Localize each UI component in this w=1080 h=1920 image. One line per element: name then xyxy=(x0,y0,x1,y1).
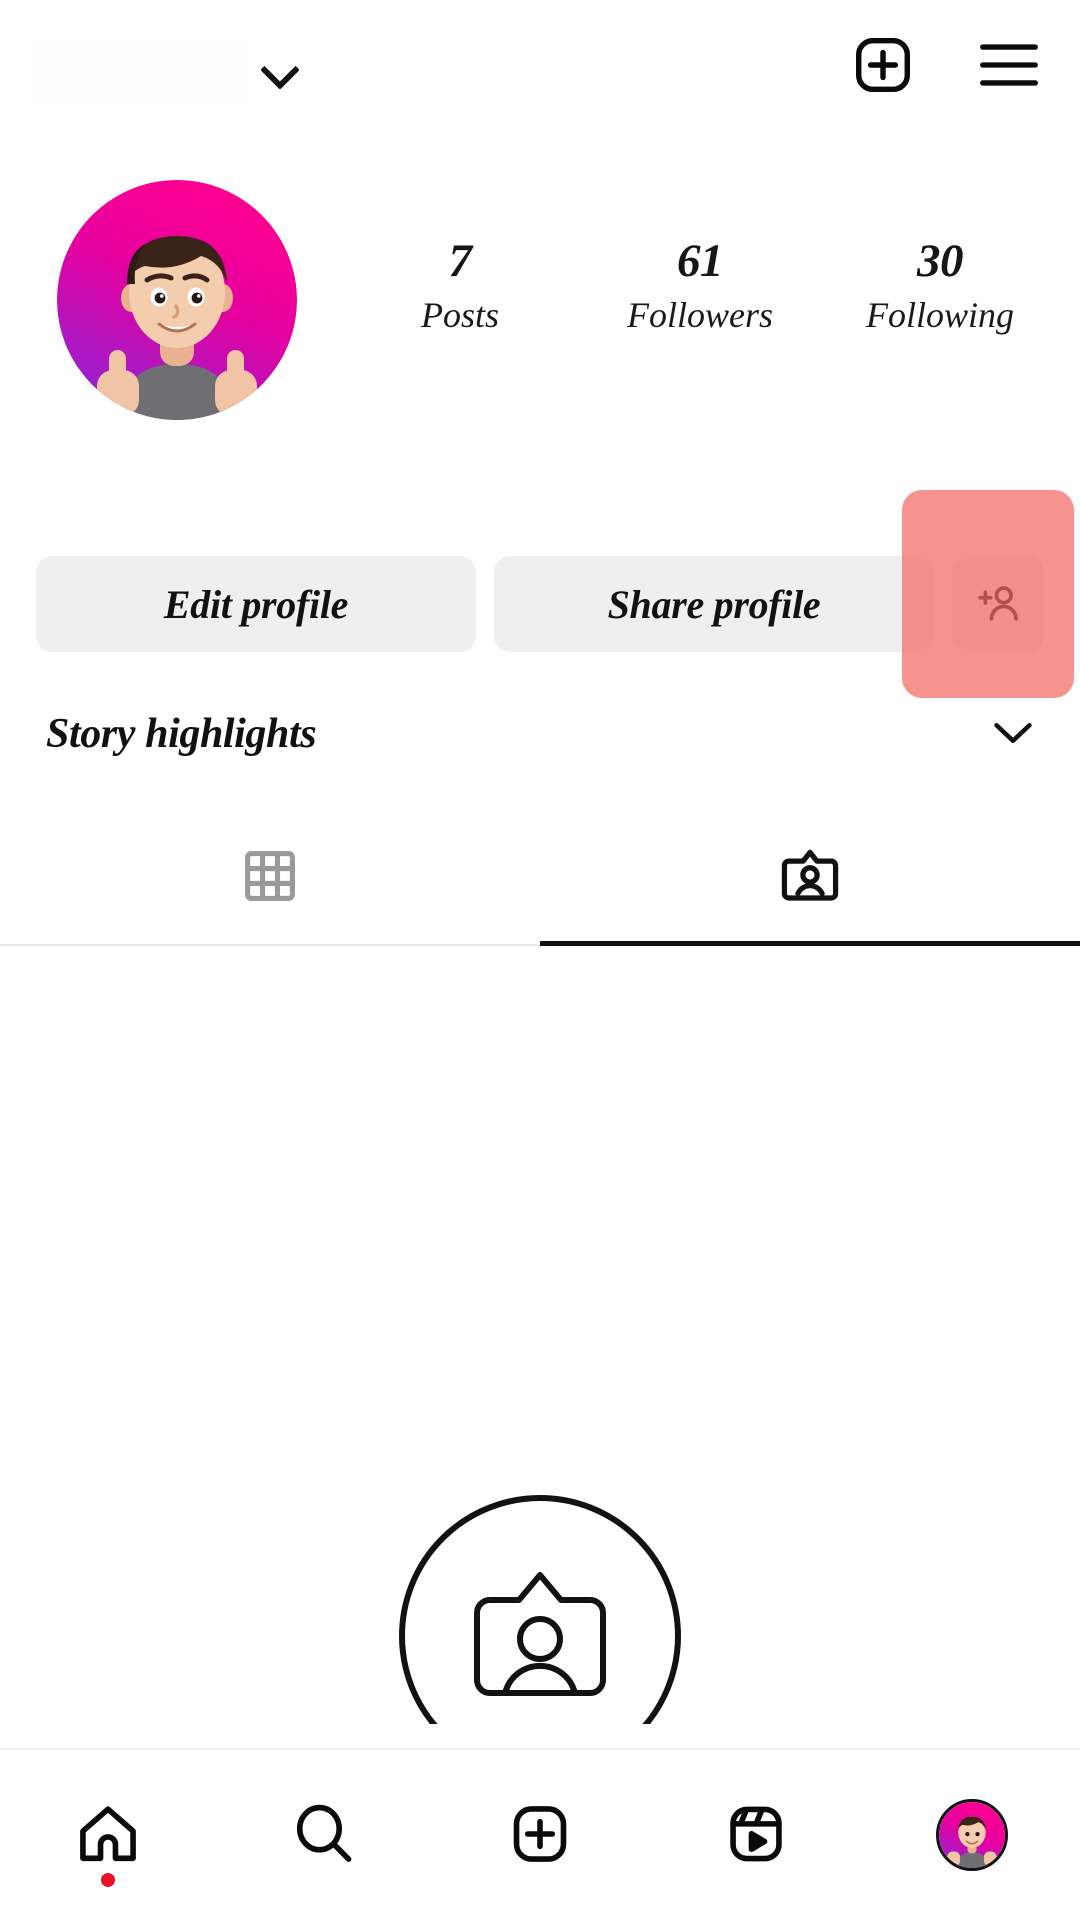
hamburger-menu-button[interactable] xyxy=(978,41,1040,92)
edit-profile-button[interactable]: Edit profile xyxy=(36,556,476,652)
stat-posts[interactable]: 7 Posts xyxy=(340,235,580,335)
username-dropdown[interactable] xyxy=(36,28,296,114)
active-tab-underline xyxy=(540,941,1080,946)
profile-header: 7 Posts 61 Followers 30 Following xyxy=(0,168,1080,448)
posts-count: 7 xyxy=(448,235,473,287)
profile-stats: 7 Posts 61 Followers 30 Following xyxy=(340,235,1060,335)
nav-profile[interactable] xyxy=(864,1749,1080,1920)
tagged-icon xyxy=(777,843,843,912)
stat-followers[interactable]: 61 Followers xyxy=(580,235,820,335)
stat-following[interactable]: 30 Following xyxy=(820,235,1060,335)
top-bar xyxy=(0,0,1080,168)
top-bar-actions xyxy=(852,34,1040,99)
profile-avatar[interactable] xyxy=(57,180,297,420)
profile-action-buttons: Edit profile Share profile xyxy=(0,556,1080,656)
instagram-profile-screen: 7 Posts 61 Followers 30 Following Edit p… xyxy=(0,0,1080,1920)
username-label xyxy=(36,39,246,103)
bottom-navigation-bar xyxy=(0,1748,1080,1920)
following-label: Following xyxy=(865,295,1014,335)
posts-label: Posts xyxy=(420,295,499,335)
share-profile-button[interactable]: Share profile xyxy=(494,556,934,652)
story-highlights-expand-button[interactable] xyxy=(992,720,1034,751)
home-icon xyxy=(76,1803,140,1868)
tab-tagged[interactable] xyxy=(540,810,1080,945)
home-notification-badge xyxy=(101,1873,115,1887)
discover-people-button[interactable] xyxy=(952,556,1044,652)
story-highlights-title: Story highlights xyxy=(46,711,317,757)
chevron-down-icon xyxy=(262,54,296,88)
search-icon xyxy=(292,1802,356,1869)
user-avatar-memoji xyxy=(57,180,297,420)
tagged-photos-circle-icon xyxy=(398,1492,682,1777)
profile-tabs xyxy=(0,810,1080,945)
story-highlights-section: Story highlights xyxy=(0,700,1080,778)
nav-search[interactable] xyxy=(216,1749,432,1920)
create-post-button[interactable] xyxy=(852,34,914,99)
reels-icon xyxy=(724,1802,788,1869)
grid-icon xyxy=(242,848,298,907)
nav-reels[interactable] xyxy=(648,1749,864,1920)
following-count: 30 xyxy=(917,235,964,287)
followers-count: 61 xyxy=(677,235,724,287)
empty-state xyxy=(0,1490,1080,1777)
tab-posts-grid[interactable] xyxy=(0,810,540,945)
profile-avatar-icon xyxy=(936,1799,1008,1871)
followers-label: Followers xyxy=(626,295,773,335)
add-person-icon xyxy=(975,580,1021,629)
nav-create[interactable] xyxy=(432,1749,648,1920)
nav-home[interactable] xyxy=(0,1749,216,1920)
create-icon xyxy=(508,1802,572,1869)
